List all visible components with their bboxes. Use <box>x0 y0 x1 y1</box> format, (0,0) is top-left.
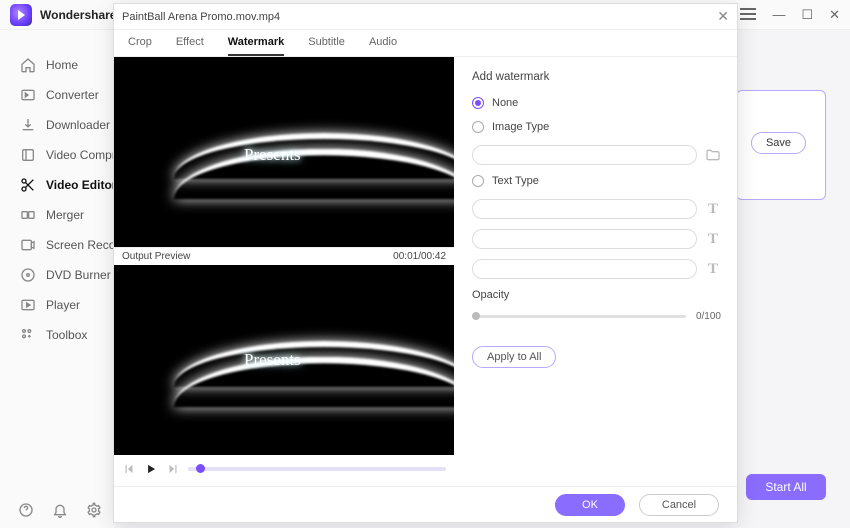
sidebar-item-compressor[interactable]: Video Compres <box>0 140 115 170</box>
text-watermark-input-1[interactable] <box>472 199 697 219</box>
ok-button[interactable]: OK <box>555 494 625 516</box>
brand-name: Wondershare | <box>40 8 123 22</box>
radio-none-label: None <box>492 97 518 109</box>
watermark-section-title: Add watermark <box>472 71 721 83</box>
gear-icon[interactable] <box>86 502 102 518</box>
sidebar-item-label: Home <box>46 58 78 72</box>
download-icon <box>20 117 36 133</box>
opacity-value: 0/100 <box>696 311 721 322</box>
text-style-icon[interactable]: T <box>705 201 721 218</box>
text-watermark-input-2[interactable] <box>472 229 697 249</box>
sidebar-item-toolbox[interactable]: Toolbox <box>0 320 115 350</box>
play-button[interactable] <box>144 462 158 476</box>
grid-icon <box>20 327 36 343</box>
home-icon <box>20 57 36 73</box>
sidebar-item-merger[interactable]: Merger <box>0 200 115 230</box>
sidebar-item-dvd-burner[interactable]: DVD Burner <box>0 260 115 290</box>
apply-to-all-button[interactable]: Apply to All <box>472 346 556 368</box>
start-all-button[interactable]: Start All <box>746 474 826 500</box>
disc-icon <box>20 267 36 283</box>
sidebar-item-label: Merger <box>46 208 84 222</box>
maximize-button[interactable]: ☐ <box>801 8 813 21</box>
folder-icon[interactable] <box>705 147 721 163</box>
prev-frame-button[interactable] <box>122 462 136 476</box>
sidebar-item-player[interactable]: Player <box>0 290 115 320</box>
compress-icon <box>20 147 36 163</box>
next-frame-button[interactable] <box>166 462 180 476</box>
sidebar-item-label: DVD Burner <box>46 268 111 282</box>
text-style-icon[interactable]: T <box>705 261 721 278</box>
radio-image-type[interactable] <box>472 121 484 133</box>
source-preview: Presents <box>114 57 454 247</box>
converter-icon <box>20 87 36 103</box>
merge-icon <box>20 207 36 223</box>
sidebar-item-label: Player <box>46 298 80 312</box>
seek-handle[interactable] <box>196 464 205 473</box>
opacity-handle[interactable] <box>472 312 480 320</box>
sidebar: Home Converter Downloader Video Compres … <box>0 30 115 528</box>
image-path-input[interactable] <box>472 145 697 165</box>
sidebar-item-label: Video Compres <box>46 148 115 162</box>
opacity-slider[interactable] <box>472 315 686 318</box>
radio-text-type[interactable] <box>472 175 484 187</box>
radio-none[interactable] <box>472 97 484 109</box>
opacity-label: Opacity <box>472 289 721 301</box>
video-swoosh-graphic <box>174 341 454 421</box>
hamburger-icon[interactable] <box>740 8 756 21</box>
sidebar-item-downloader[interactable]: Downloader <box>0 110 115 140</box>
sidebar-item-label: Converter <box>46 88 99 102</box>
help-icon[interactable] <box>18 502 34 518</box>
scissors-icon <box>20 177 36 193</box>
tab-subtitle[interactable]: Subtitle <box>308 36 345 56</box>
radio-image-label: Image Type <box>492 121 549 133</box>
video-overlay-text: Presents <box>244 350 301 370</box>
text-watermark-input-3[interactable] <box>472 259 697 279</box>
modal-title: PaintBall Arena Promo.mov.mp4 <box>122 11 280 23</box>
video-overlay-text: Presents <box>244 145 301 165</box>
app-logo <box>10 4 32 26</box>
cancel-button[interactable]: Cancel <box>639 494 719 516</box>
sidebar-item-screen-recorder[interactable]: Screen Recorde <box>0 230 115 260</box>
sidebar-item-converter[interactable]: Converter <box>0 80 115 110</box>
play-icon <box>20 297 36 313</box>
output-preview-label: Output Preview <box>122 251 190 262</box>
tab-effect[interactable]: Effect <box>176 36 204 56</box>
sidebar-item-home[interactable]: Home <box>0 50 115 80</box>
sidebar-item-label: Downloader <box>46 118 110 132</box>
output-preview: Presents <box>114 265 454 455</box>
video-swoosh-graphic <box>174 133 454 213</box>
timecode-label: 00:01/00:42 <box>393 251 446 262</box>
save-button[interactable]: Save <box>751 132 806 154</box>
editor-modal: PaintBall Arena Promo.mov.mp4 ✕ Crop Eff… <box>113 3 738 523</box>
sidebar-item-label: Toolbox <box>46 328 87 342</box>
text-style-icon[interactable]: T <box>705 231 721 248</box>
modal-close-button[interactable]: ✕ <box>717 8 729 25</box>
editor-tabs: Crop Effect Watermark Subtitle Audio <box>114 30 737 57</box>
radio-text-label: Text Type <box>492 175 539 187</box>
seek-slider[interactable] <box>188 467 446 471</box>
window-close-button[interactable]: ✕ <box>829 8 840 21</box>
tab-watermark[interactable]: Watermark <box>228 36 284 56</box>
sidebar-item-label: Screen Recorde <box>46 238 115 252</box>
bell-icon[interactable] <box>52 502 68 518</box>
record-icon <box>20 237 36 253</box>
tab-crop[interactable]: Crop <box>128 36 152 56</box>
sidebar-item-label: Video Editor <box>46 178 115 192</box>
tab-audio[interactable]: Audio <box>369 36 397 56</box>
minimize-button[interactable]: — <box>772 8 785 21</box>
sidebar-item-video-editor[interactable]: Video Editor <box>0 170 115 200</box>
